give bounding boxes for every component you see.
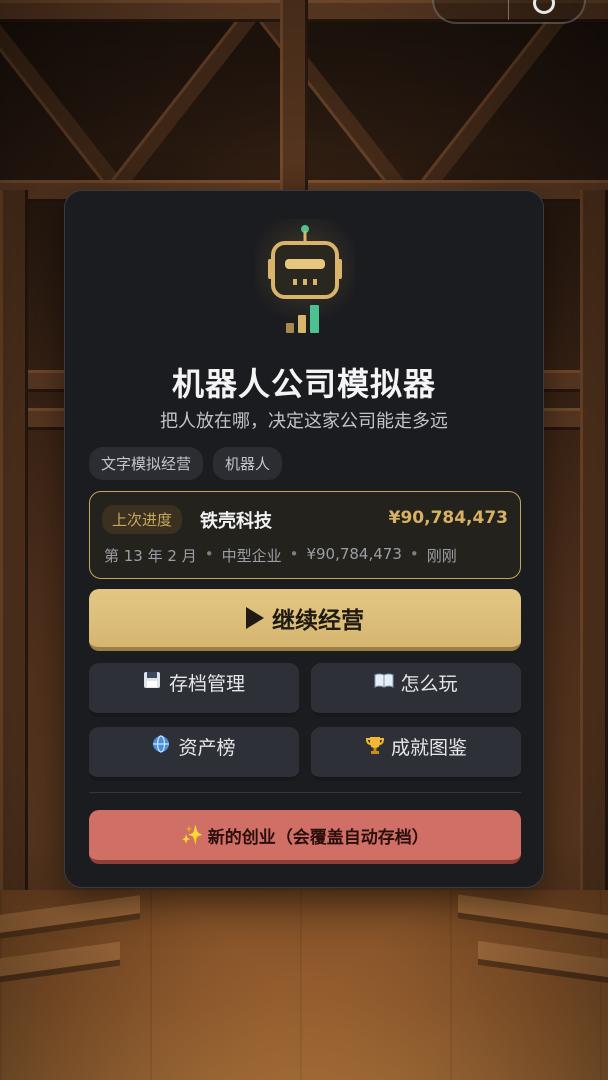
game-subtitle: 把人放在哪，决定这家公司能走多远: [160, 411, 448, 432]
trophy-icon: [365, 735, 384, 754]
achievements-label: 成就图鉴: [390, 737, 467, 759]
save-time: 刚刚: [426, 547, 457, 565]
company-assets: ¥90,784,473: [306, 545, 402, 563]
open-book-icon: [374, 671, 394, 689]
tag-theme: 机器人: [213, 447, 283, 480]
last-progress-panel: 上次进度 铁壳科技 ¥90,784,473 第 13 年 2 月 • 中型企业 …: [89, 491, 521, 579]
floppy-disk-icon: [143, 671, 161, 689]
new-game-button[interactable]: ✨ 新的创业（会覆盖自动存档）: [89, 810, 521, 864]
play-icon: [246, 607, 264, 629]
save-manager-label: 存档管理: [168, 673, 245, 695]
how-to-play-label: 怎么玩: [400, 673, 458, 695]
continue-button[interactable]: 继续经营: [89, 589, 521, 651]
company-money: ¥90,784,473: [388, 508, 508, 528]
mini-program-capsule[interactable]: [432, 0, 586, 24]
continue-label: 继续经营: [272, 608, 364, 634]
robot-logo-icon: [255, 219, 355, 339]
company-scale: 中型企业: [221, 547, 282, 565]
how-to-play-button[interactable]: 怎么玩: [311, 663, 521, 717]
genre-tags: 文字模拟经营 机器人: [89, 447, 283, 480]
main-menu-card: 机器人公司模拟器 把人放在哪，决定这家公司能走多远 文字模拟经营 机器人 上次进…: [64, 190, 544, 888]
divider: [89, 792, 521, 793]
globe-icon: [152, 735, 170, 753]
achievements-button[interactable]: 成就图鉴: [311, 727, 521, 781]
leaderboard-label: 资产榜: [178, 737, 236, 759]
company-name: 铁壳科技: [200, 511, 272, 532]
close-mini-program-icon[interactable]: [533, 0, 555, 14]
sparkles-icon: ✨: [181, 824, 204, 846]
game-title: 机器人公司模拟器: [171, 365, 436, 403]
last-progress-badge: 上次进度: [102, 505, 183, 534]
tag-genre: 文字模拟经营: [89, 447, 204, 480]
leaderboard-button[interactable]: 资产榜: [89, 727, 299, 781]
new-game-label: 新的创业（会覆盖自动存档）: [207, 827, 429, 848]
game-date: 第 13 年 2 月: [104, 547, 197, 565]
progress-meta: 第 13 年 2 月 • 中型企业 • ¥90,784,473 • 刚刚: [104, 545, 457, 565]
save-manager-button[interactable]: 存档管理: [89, 663, 299, 717]
